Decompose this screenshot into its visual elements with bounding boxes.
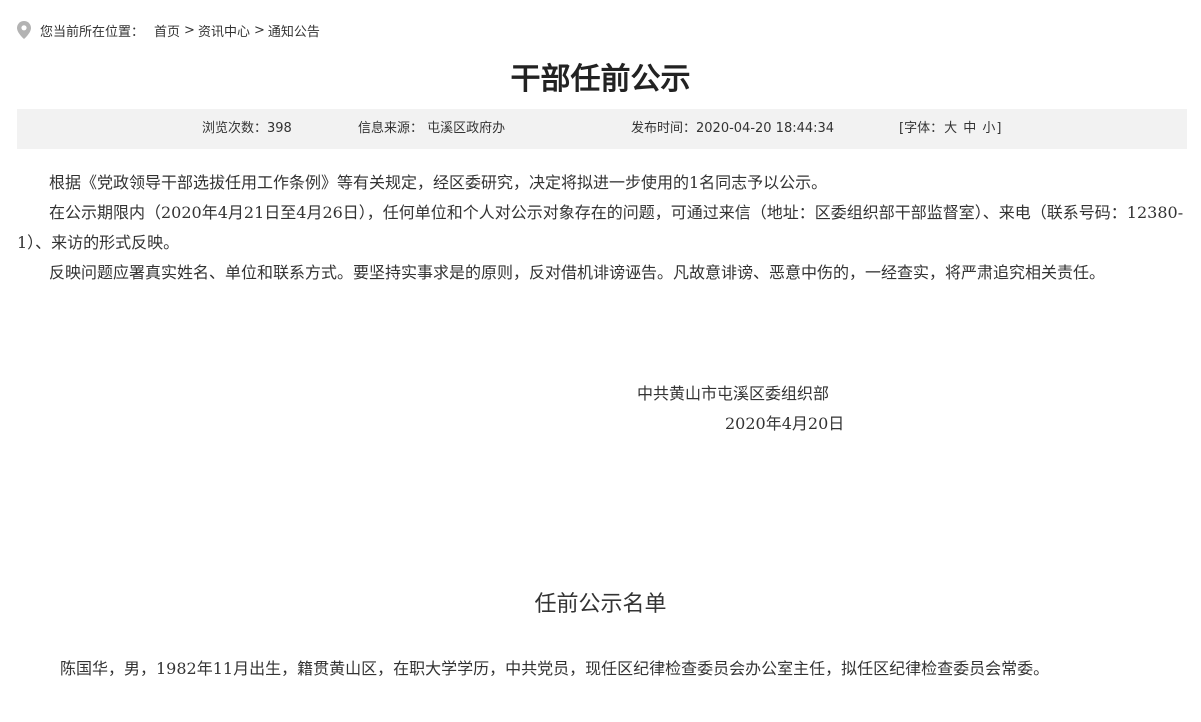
font-small-link[interactable]: 小: [982, 121, 995, 136]
info-source: 信息来源： 屯溪区政府办: [358, 121, 506, 136]
article-paragraph: 反映问题应署真实姓名、单位和联系方式。要坚持实事求是的原则，反对借机诽谤诬告。凡…: [49, 263, 1106, 282]
breadcrumb-home-link[interactable]: 首页: [154, 21, 180, 40]
article-body: 根据《党政领导干部选拔任用工作条例》等有关规定，经区委研究，决定将拟进一步使用的…: [17, 168, 1187, 288]
article-paragraph: 在公示期限内（2020年4月21日至4月26日），任何单位和个人对公示对象存在的…: [17, 203, 1184, 252]
font-medium-link[interactable]: 中: [963, 121, 976, 136]
publish-time: 发布时间：2020-04-20 18:44:34: [631, 121, 835, 136]
breadcrumb-separator: >: [253, 22, 265, 38]
breadcrumb-current-link[interactable]: 通知公告: [268, 21, 320, 40]
breadcrumb-separator: >: [184, 22, 195, 38]
signature-date: 2020年4月20日: [725, 414, 845, 433]
font-large-link[interactable]: 大: [944, 121, 957, 136]
article-paragraph: 根据《党政领导干部选拔任用工作条例》等有关规定，经区委研究，决定将拟进一步使用的…: [49, 173, 828, 192]
view-count: 浏览次数：398: [202, 121, 292, 136]
article-meta-bar: 浏览次数：398 信息来源： 屯溪区政府办 发布时间：2020-04-20 18…: [17, 109, 1187, 149]
list-title: 任前公示名单: [534, 592, 667, 617]
candidate-entry: 陈国华，男，1982年11月出生，籍贯黄山区，在职大学学历，中共党员，现任区纪律…: [60, 659, 1050, 678]
signature-organization: 中共黄山市屯溪区委组织部: [637, 384, 830, 403]
location-pin-icon: [17, 21, 31, 39]
breadcrumb-section-link[interactable]: 资讯中心: [198, 21, 250, 40]
breadcrumb-prefix: 您当前所在位置：: [40, 24, 145, 40]
font-size-switcher: [字体：大 中 小]: [899, 109, 1001, 149]
font-size-label: [字体：: [899, 121, 944, 136]
page-title: 干部任前公示: [510, 62, 691, 97]
breadcrumb: 您当前所在位置： 首页 > 资讯中心 > 通知公告: [17, 18, 320, 42]
font-size-bracket: ]: [996, 121, 1002, 136]
